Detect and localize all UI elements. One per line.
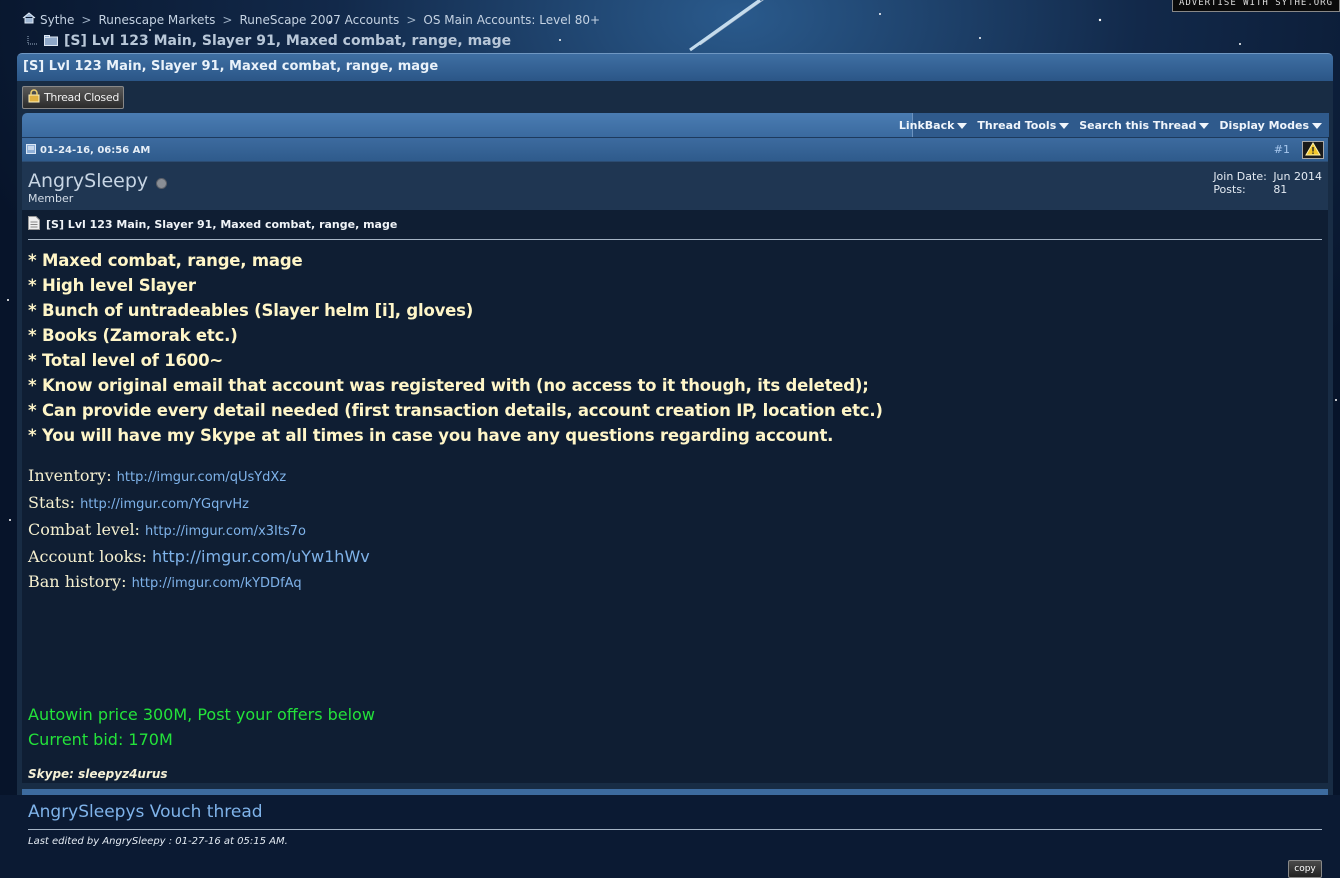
dropdown-arrow-icon	[1312, 122, 1322, 129]
link-label: Account looks:	[28, 547, 147, 566]
link-label: Combat level:	[28, 520, 140, 539]
breadcrumb: Sythe > Runescape Markets > RuneScape 20…	[22, 12, 600, 50]
price-info: Autowin price 300M, Post your offers bel…	[28, 702, 375, 752]
combat-level-link[interactable]: http://imgur.com/x3Its7o	[145, 524, 306, 539]
post-body: [S] Lvl 123 Main, Slayer 91, Maxed comba…	[22, 210, 1328, 878]
posts-label: Posts:	[1213, 183, 1246, 196]
dropdown-arrow-icon	[1199, 122, 1210, 129]
link-row-combat: Combat level: http://imgur.com/x3Its7o	[28, 517, 370, 544]
posts-value: 81	[1273, 183, 1288, 196]
list-item: * Bunch of untradeables (Slayer helm [i]…	[28, 301, 474, 320]
username-link[interactable]: AngrySleepy	[28, 170, 148, 192]
post-date-bar: 01-24-16, 06:56 AM #1	[22, 137, 1328, 162]
list-item: * Maxed combat, range, mage	[28, 251, 303, 270]
report-post-button[interactable]	[1302, 141, 1324, 159]
vouch-thread-link[interactable]: AngrySleepys Vouch thread	[28, 802, 263, 822]
copy-button[interactable]: copy	[1288, 860, 1322, 878]
join-date-value: Jun 2014	[1273, 170, 1322, 183]
thread-tools-menu[interactable]: Thread Tools	[977, 119, 1070, 132]
link-row-stats: Stats: http://imgur.com/YGqrvHz	[28, 490, 370, 517]
breadcrumb-link-sythe[interactable]: Sythe	[40, 13, 74, 27]
feature-list: * Maxed combat, range, mage * High level…	[28, 248, 883, 448]
post-number-link[interactable]: #1	[1274, 143, 1290, 156]
link-label: Stats:	[28, 493, 75, 512]
inventory-link[interactable]: http://imgur.com/qUsYdXz	[117, 470, 286, 485]
warning-icon	[1305, 141, 1321, 160]
post-container: LinkBack Thread Tools Search this Thread…	[22, 113, 1329, 878]
post-old-icon	[26, 144, 36, 157]
link-label: Ban history:	[28, 572, 127, 591]
dropdown-arrow-icon	[957, 122, 968, 129]
list-item: * Books (Zamorak etc.)	[28, 326, 238, 345]
link-row-ban: Ban history: http://imgur.com/kYDDfAq	[28, 569, 370, 596]
lock-icon	[27, 89, 41, 106]
folder-icon	[44, 31, 58, 50]
breadcrumb-link-runescape-markets[interactable]: Runescape Markets	[98, 13, 215, 27]
list-item: * High level Slayer	[28, 276, 196, 295]
current-bid: Current bid: 170M	[28, 730, 173, 749]
breadcrumb-link-rs2007-accounts[interactable]: RuneScape 2007 Accounts	[239, 13, 399, 27]
post-date: 01-24-16, 06:56 AM	[40, 145, 151, 156]
thread-closed-label: Thread Closed	[44, 91, 120, 104]
last-edited-note: Last edited by AngrySleepy : 01-27-16 at…	[28, 836, 288, 847]
breadcrumb-separator: >	[406, 12, 417, 27]
autowin-price: Autowin price 300M, Post your offers bel…	[28, 705, 375, 724]
display-modes-menu[interactable]: Display Modes	[1219, 119, 1322, 132]
breadcrumb-separator: >	[81, 12, 92, 27]
list-item: * Can provide every detail needed (first…	[28, 401, 883, 420]
thread-toolbar: LinkBack Thread Tools Search this Thread…	[22, 113, 1329, 137]
dropdown-arrow-icon	[1059, 122, 1070, 129]
list-item: * You will have my Skype at all times in…	[28, 426, 834, 445]
thread-closed-button[interactable]: Thread Closed	[22, 86, 124, 109]
thread-title-bar: [S] Lvl 123 Main, Slayer 91, Maxed comba…	[17, 53, 1333, 81]
breadcrumb-separator: >	[222, 12, 233, 27]
skype-contact: Skype: sleepyz4urus	[28, 767, 168, 781]
list-item: * Total level of 1600~	[28, 351, 223, 370]
divider	[28, 829, 1322, 830]
divider	[28, 239, 1322, 240]
link-row-inventory: Inventory: http://imgur.com/qUsYdXz	[28, 463, 370, 490]
user-title: Member	[28, 192, 74, 205]
list-item: * Know original email that account was r…	[28, 376, 869, 395]
user-stats: Join Date: Jun 2014 Posts: 81	[1213, 170, 1322, 196]
ban-history-link[interactable]: http://imgur.com/kYDDfAq	[132, 576, 302, 591]
offline-status-icon	[156, 177, 168, 189]
account-looks-link[interactable]: http://imgur.com/uYw1hWv	[152, 547, 370, 566]
breadcrumb-link-os-main-accounts[interactable]: OS Main Accounts: Level 80+	[423, 13, 600, 27]
join-date-label: Join Date:	[1213, 170, 1267, 183]
link-row-looks: Account looks: http://imgur.com/uYw1hWv	[28, 544, 370, 569]
screenshot-links: Inventory: http://imgur.com/qUsYdXz Stat…	[28, 463, 370, 596]
stats-link[interactable]: http://imgur.com/YGqrvHz	[80, 497, 249, 512]
breadcrumb-current: [S] Lvl 123 Main, Slayer 91, Maxed comba…	[64, 32, 512, 49]
advertise-banner[interactable]: ADVERTISE WITH SYTHE.ORG	[1172, 0, 1340, 12]
document-icon	[28, 216, 40, 233]
next-post-bar	[22, 789, 1328, 795]
thread-title: [S] Lvl 123 Main, Slayer 91, Maxed comba…	[23, 59, 439, 74]
user-info-bar: AngrySleepy Member Join Date: Jun 2014 Po…	[22, 161, 1328, 210]
tree-branch-icon	[26, 31, 38, 50]
post-title: [S] Lvl 123 Main, Slayer 91, Maxed comba…	[46, 218, 398, 231]
search-thread-menu[interactable]: Search this Thread	[1079, 119, 1210, 132]
home-icon[interactable]	[22, 12, 36, 27]
link-label: Inventory:	[28, 466, 112, 485]
linkback-menu[interactable]: LinkBack	[899, 119, 968, 132]
